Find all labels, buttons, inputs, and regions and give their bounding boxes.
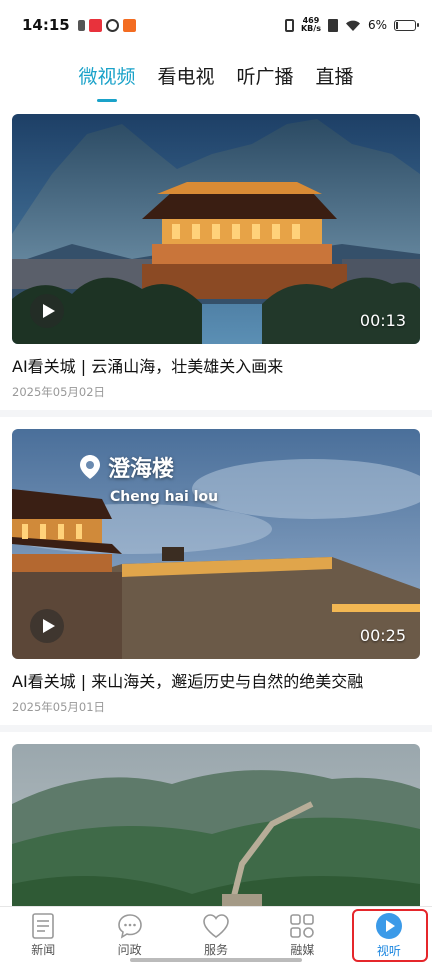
nav-audio-video[interactable]: 视听 xyxy=(346,907,432,964)
location-overlay: 澄海楼 Cheng hai lou xyxy=(80,451,218,505)
location-name: 澄海楼 xyxy=(108,457,175,482)
heart-icon xyxy=(203,914,229,938)
nav-inquiry[interactable]: 问政 xyxy=(86,907,172,964)
nav-service[interactable]: 服务 xyxy=(173,907,259,964)
nav-label: 服务 xyxy=(204,943,229,957)
battery-percent: 6% xyxy=(367,18,387,32)
vibrate-icon xyxy=(284,18,294,32)
nav-news[interactable]: 新闻 xyxy=(0,907,86,964)
play-icon xyxy=(42,304,55,318)
video-duration: 00:13 xyxy=(359,311,406,330)
nav-label: 新闻 xyxy=(31,943,56,957)
play-circle-icon xyxy=(375,913,402,939)
nav-label: 视听 xyxy=(376,944,401,958)
video-thumbnail[interactable] xyxy=(12,744,420,906)
wifi-icon xyxy=(345,20,360,31)
pass-tower-image xyxy=(12,114,420,344)
top-tabs: 微视频 看电视 听广播 直播 xyxy=(0,50,432,102)
play-icon xyxy=(42,619,55,633)
grid-icon xyxy=(290,914,315,938)
video-card[interactable]: 澄海楼 Cheng hai lou 00:25 AI看关城 | 来山海关，邂逅历… xyxy=(0,417,432,725)
video-thumbnail[interactable]: 澄海楼 Cheng hai lou 00:25 xyxy=(12,429,420,659)
video-card[interactable] xyxy=(0,732,432,906)
video-duration: 00:25 xyxy=(359,626,406,645)
video-thumbnail[interactable]: 00:13 xyxy=(12,114,420,344)
play-button[interactable] xyxy=(30,609,64,643)
home-indicator[interactable] xyxy=(130,958,302,962)
link-icon xyxy=(105,18,119,32)
location-pin-icon xyxy=(80,455,100,479)
tab-radio[interactable]: 听广播 xyxy=(237,62,294,89)
tab-micro-video[interactable]: 微视频 xyxy=(78,62,135,89)
video-date: 2025年05月01日 xyxy=(12,700,106,714)
tab-live[interactable]: 直播 xyxy=(316,62,354,89)
notification-icons xyxy=(77,18,136,32)
nav-label: 融媒 xyxy=(290,943,315,957)
sim-icon xyxy=(77,19,85,31)
bottom-nav: 新闻 问政 服务 融媒 视听 xyxy=(0,906,432,964)
video-title[interactable]: AI看关城 | 来山海关，邂逅历史与自然的绝美交融 xyxy=(12,668,420,692)
status-time: 14:15 xyxy=(22,16,70,34)
great-wall-image xyxy=(12,744,420,906)
nav-media[interactable]: 融媒 xyxy=(259,907,345,964)
video-card[interactable]: 00:13 AI看关城 | 云涌山海，壮美雄关入画来 2025年05月02日 xyxy=(0,102,432,410)
video-date: 2025年05月02日 xyxy=(12,385,106,399)
sim-card-icon xyxy=(327,18,338,32)
news-icon xyxy=(32,913,55,939)
battery-icon xyxy=(394,19,419,31)
nav-label: 问政 xyxy=(117,943,142,957)
chat-icon xyxy=(117,914,142,939)
status-bar: 14:15 469 KB/s 6% xyxy=(0,0,432,50)
video-feed[interactable]: 00:13 AI看关城 | 云涌山海，壮美雄关入画来 2025年05月02日 澄… xyxy=(0,102,432,906)
location-subtitle: Cheng hai lou xyxy=(110,489,219,505)
system-status: 469 KB/s 6% xyxy=(284,17,419,33)
play-button[interactable] xyxy=(30,294,64,328)
app-notification-icon xyxy=(88,18,102,32)
network-speed: 469 KB/s xyxy=(301,17,321,33)
video-title[interactable]: AI看关城 | 云涌山海，壮美雄关入画来 xyxy=(12,353,420,377)
app-notification-icon xyxy=(122,18,136,32)
tab-tv[interactable]: 看电视 xyxy=(157,62,214,89)
net-speed-unit: KB/s xyxy=(300,24,321,33)
